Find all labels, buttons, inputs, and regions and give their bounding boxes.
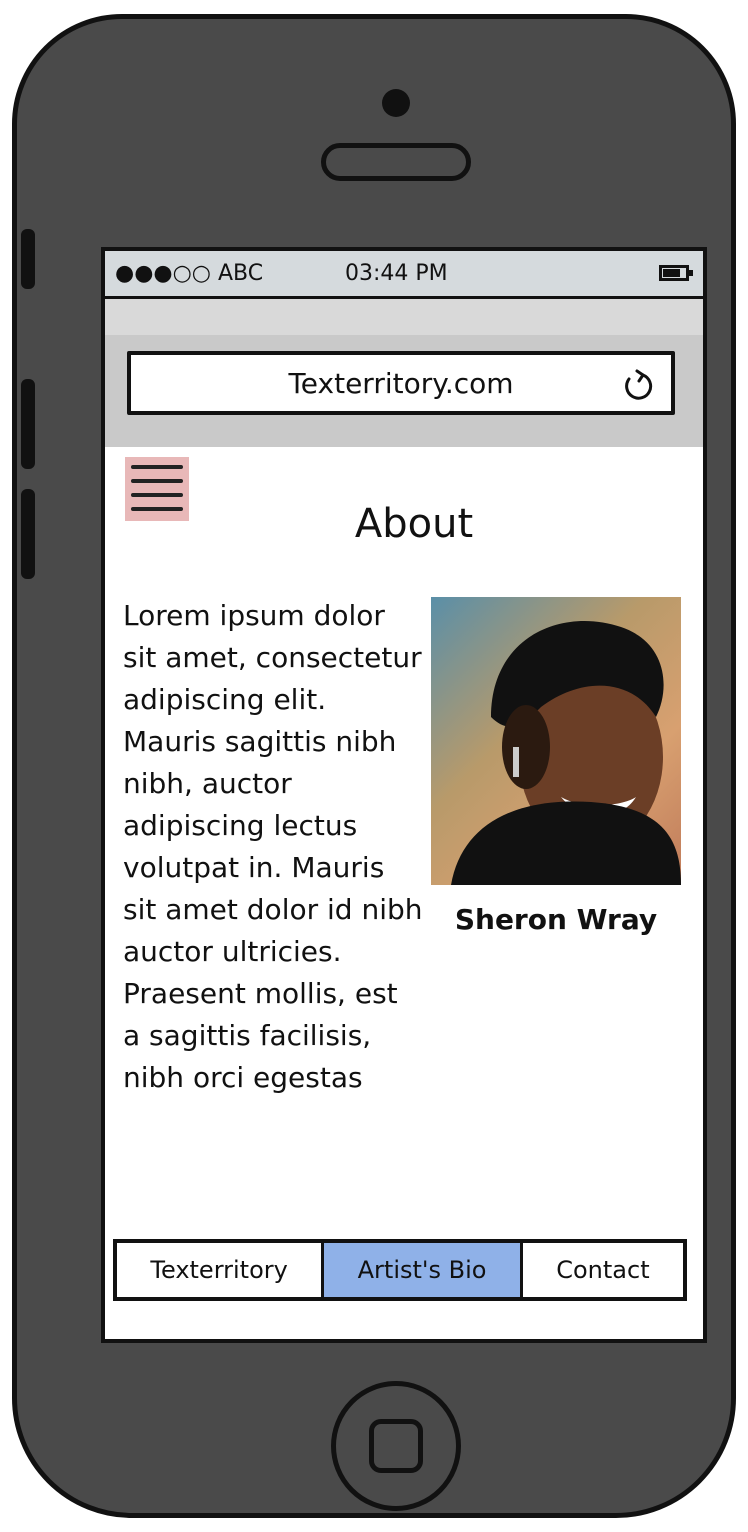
- status-bar: ●●●○○ ABC 03:44 PM: [105, 251, 703, 299]
- home-button[interactable]: [331, 1381, 461, 1511]
- artist-portrait: [431, 597, 681, 885]
- carrier-signal: ●●●○○ ABC: [115, 261, 264, 286]
- reload-icon[interactable]: [621, 369, 653, 401]
- volume-down-button: [21, 489, 35, 579]
- menu-line: [131, 479, 183, 483]
- browser-toolbar: Texterritory.com: [105, 299, 703, 447]
- front-camera: [382, 89, 410, 117]
- status-time: 03:44 PM: [345, 261, 448, 286]
- tab-texterritory[interactable]: Texterritory: [117, 1243, 325, 1297]
- phone-screen: ●●●○○ ABC 03:44 PM Texterritory.com Abou…: [101, 247, 707, 1343]
- earpiece-speaker: [321, 143, 471, 181]
- bottom-tab-bar: Texterritory Artist's Bio Contact: [113, 1239, 687, 1301]
- url-text: Texterritory.com: [288, 367, 514, 400]
- url-bar[interactable]: Texterritory.com: [127, 351, 675, 415]
- home-square-icon: [369, 1419, 423, 1473]
- tab-contact[interactable]: Contact: [523, 1243, 683, 1297]
- battery-icon: [659, 265, 693, 281]
- tab-artists-bio[interactable]: Artist's Bio: [324, 1243, 523, 1297]
- menu-line: [131, 493, 183, 497]
- portrait-illustration: [451, 621, 681, 885]
- mute-switch: [21, 229, 35, 289]
- phone-frame: ●●●○○ ABC 03:44 PM Texterritory.com Abou…: [12, 14, 736, 1518]
- bio-text: Lorem ipsum dolor sit amet, consectetur …: [123, 599, 423, 1094]
- artist-name: Sheron Wray: [454, 903, 658, 936]
- menu-line: [131, 465, 183, 469]
- page-title: About: [354, 501, 474, 547]
- volume-up-button: [21, 379, 35, 469]
